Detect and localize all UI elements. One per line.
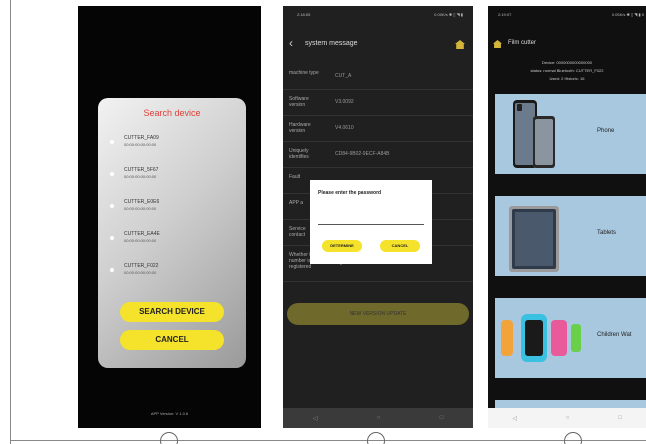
status-bar: 2:18:05 0.00K/s ✱ ▯ ◥ ▮	[297, 12, 463, 17]
info-label: machine type	[289, 70, 319, 76]
device-name: CUTTER_E0E6	[124, 199, 160, 205]
device-item[interactable]: CUTTER_E0E6 00:00:00:00:00:00	[110, 196, 238, 228]
nav-recent-icon[interactable]: □	[618, 415, 622, 421]
category-label: Phone	[597, 128, 615, 134]
device-dot-icon	[110, 172, 114, 176]
status-line: status: normal Bluetooth: CUTTER_F022	[530, 68, 604, 73]
device-dot-icon	[110, 204, 114, 208]
category-label: Children Wat	[597, 332, 632, 338]
frame-left	[10, 0, 11, 444]
device-item[interactable]: CUTTER_FA09 00:00:00:00:00:00	[110, 132, 238, 164]
info-value: CUT_A	[335, 73, 352, 79]
device-mac: 00:00:00:00:00:00	[124, 270, 157, 275]
page-title: system message	[305, 40, 358, 47]
phone-screen-film-cutter: 2:19:07 0.05K/s ✱ ▯ ◥ ▮ 5 Film cutter De…	[488, 6, 646, 428]
phone-screen-system-message: 2:18:05 0.00K/s ✱ ▯ ◥ ▮ ‹ system message…	[283, 6, 473, 428]
info-row: Hardware version V4.0610	[283, 116, 473, 142]
status-bar: 2:19:07 0.05K/s ✱ ▯ ◥ ▮ 5	[498, 12, 644, 17]
device-list: CUTTER_FA09 00:00:00:00:00:00 CUTTER_5F6…	[110, 132, 238, 292]
info-row: machine type CUT_A	[283, 64, 473, 90]
category-card-phone[interactable]: Phone	[495, 94, 646, 174]
phone-icon	[513, 100, 555, 168]
device-mac: 00:00:00:00:00:00	[124, 238, 157, 243]
password-input[interactable]	[318, 224, 424, 225]
device-line: Device: 0000000000000000	[541, 60, 593, 65]
android-nav-bar: ◁ ○ □	[283, 408, 473, 428]
category-card-tablets[interactable]: Tablets	[495, 196, 646, 276]
device-mac: 00:00:00:00:00:00	[124, 206, 157, 211]
device-dot-icon	[110, 140, 114, 144]
status-icons: 0.00K/s ✱ ▯ ◥ ▮	[434, 12, 463, 17]
step-marker-1	[160, 432, 178, 444]
status-icons: 0.05K/s ✱ ▯ ◥ ▮ 5	[611, 12, 644, 17]
status-time: 2:18:05	[297, 12, 311, 17]
info-value: V4.0610	[335, 125, 354, 131]
info-label: Hardware version	[289, 122, 311, 134]
tablet-icon	[509, 206, 559, 272]
nav-home-icon[interactable]: ○	[377, 415, 381, 421]
device-dot-icon	[110, 236, 114, 240]
home-icon[interactable]	[493, 40, 502, 48]
category-card-children-watch[interactable]: Children Wat	[495, 298, 646, 378]
search-device-button[interactable]: SEARCH DEVICE	[120, 302, 224, 322]
info-row: Uniquely identifies CD84-9B02-9ECF-A84B	[283, 142, 473, 168]
password-dialog-title: Please enter the password	[318, 190, 382, 196]
cancel-button[interactable]: CANCEL	[120, 330, 224, 350]
device-name: CUTTER_5F67	[124, 167, 159, 173]
android-nav-bar: ◁ ○ □	[488, 408, 646, 428]
nav-home-icon[interactable]: ○	[566, 415, 570, 421]
category-label: Tablets	[597, 230, 617, 236]
device-mac: 00:00:00:00:00:00	[124, 174, 157, 179]
nav-back-icon[interactable]: ◁	[512, 415, 517, 422]
device-mac: 00:00:00:00:00:00	[124, 142, 157, 147]
device-item[interactable]: CUTTER_5F67 00:00:00:00:00:00	[110, 164, 238, 196]
home-icon[interactable]	[455, 40, 465, 49]
device-name: CUTTER_FA09	[124, 135, 159, 141]
device-dot-icon	[110, 268, 114, 272]
info-value: V3.0092	[335, 99, 354, 105]
step-marker-2	[367, 432, 385, 444]
cancel-button[interactable]: CANCEL	[380, 240, 420, 252]
search-device-dialog: Search device CUTTER_FA09 00:00:00:00:00…	[98, 98, 246, 368]
info-label: Software version	[289, 96, 309, 108]
password-dialog: Please enter the password DETERMINE CANC…	[310, 180, 432, 264]
info-row: Software version V3.0092	[283, 90, 473, 116]
device-name: CUTTER_EA4E	[124, 231, 160, 237]
frame-bottom	[10, 440, 646, 441]
step-marker-3	[564, 432, 582, 444]
app-title: Film cutter	[508, 40, 537, 46]
device-item[interactable]: CUTTER_F022 00:00:00:00:00:00	[110, 260, 238, 292]
dialog-title: Search device	[143, 108, 201, 118]
device-item[interactable]: CUTTER_EA4E 00:00:00:00:00:00	[110, 228, 238, 260]
used-line: Used: 2 Historic: 16	[549, 76, 585, 81]
app-version: APP Version: V 1.0.6	[150, 411, 189, 416]
info-value: CD84-9B02-9ECF-A84B	[335, 151, 390, 157]
new-version-update-button[interactable]: NEW VERSION UPDATE	[287, 303, 469, 325]
watch-icon	[501, 314, 581, 362]
phone-screen-search-device: Search device CUTTER_FA09 00:00:00:00:00…	[78, 6, 261, 428]
determine-button[interactable]: DETERMINE	[322, 240, 362, 252]
nav-back-icon[interactable]: ◁	[313, 415, 318, 422]
status-time: 2:19:07	[498, 12, 512, 17]
nav-recent-icon[interactable]: □	[440, 415, 444, 421]
back-icon[interactable]: ‹	[289, 36, 293, 50]
info-label: Uniquely identifies	[289, 148, 309, 160]
device-name: CUTTER_F022	[124, 263, 159, 269]
category-card-next[interactable]	[495, 400, 646, 408]
